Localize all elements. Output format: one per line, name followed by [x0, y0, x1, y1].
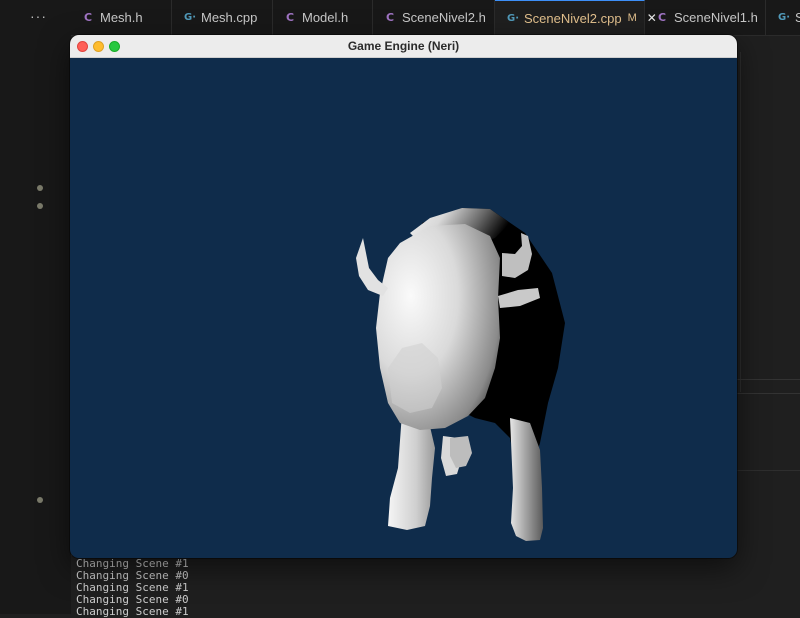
tab-mesh-h[interactable]: C Mesh.h: [71, 0, 172, 35]
terminal-panel[interactable]: Changing Scene #1 Changing Scene #0 Chan…: [71, 556, 800, 618]
bison-model: [356, 208, 565, 541]
tab-scenenivel2-cpp[interactable]: G· SceneNivel2.cpp M ✕: [495, 0, 657, 35]
tab-scenenivel2-h[interactable]: C SceneNivel2.h: [373, 0, 495, 35]
cpp-file-icon: G·: [184, 12, 197, 23]
tab-mesh-cpp[interactable]: G· Mesh.cpp: [172, 0, 273, 35]
tab-label: SceneNivel2.cpp: [524, 10, 622, 26]
tab-label: SceneNivel1.h: [674, 10, 758, 25]
c-file-icon: C: [385, 11, 395, 24]
tab-label: Model.h: [302, 10, 349, 25]
terminal-line: Changing Scene #1: [76, 605, 189, 618]
game-window[interactable]: Game Engine (Neri): [70, 35, 737, 558]
activity-bar: ···: [0, 0, 72, 614]
tab-label: SceneNivel2.h: [402, 10, 486, 25]
tab-scenenivel1-h[interactable]: C SceneNivel1.h: [645, 0, 766, 35]
c-file-icon: C: [657, 11, 667, 24]
more-actions-icon[interactable]: ···: [30, 8, 47, 24]
window-titlebar[interactable]: Game Engine (Neri): [70, 35, 737, 58]
tab-overflow[interactable]: G· S: [766, 0, 800, 35]
modified-indicator: M: [627, 12, 637, 24]
window-title: Game Engine (Neri): [347, 39, 460, 53]
breakpoint-dot-icon[interactable]: [37, 203, 43, 209]
c-file-icon: C: [285, 11, 295, 24]
breakpoint-dot-icon[interactable]: [37, 185, 43, 191]
tab-label: S: [795, 10, 800, 25]
editor-tab-bar: C Mesh.h G· Mesh.cpp C Model.h C SceneNi…: [71, 0, 800, 36]
c-file-icon: C: [83, 11, 93, 24]
editor-ruler: [740, 52, 741, 392]
tab-label: Mesh.h: [100, 10, 143, 25]
cpp-file-icon: G·: [778, 12, 791, 23]
tab-label: Mesh.cpp: [201, 10, 258, 25]
cpp-file-icon: G·: [507, 12, 520, 24]
tab-model-h[interactable]: C Model.h: [273, 0, 373, 35]
breakpoint-dot-icon[interactable]: [37, 497, 43, 503]
render-viewport[interactable]: [70, 58, 737, 558]
